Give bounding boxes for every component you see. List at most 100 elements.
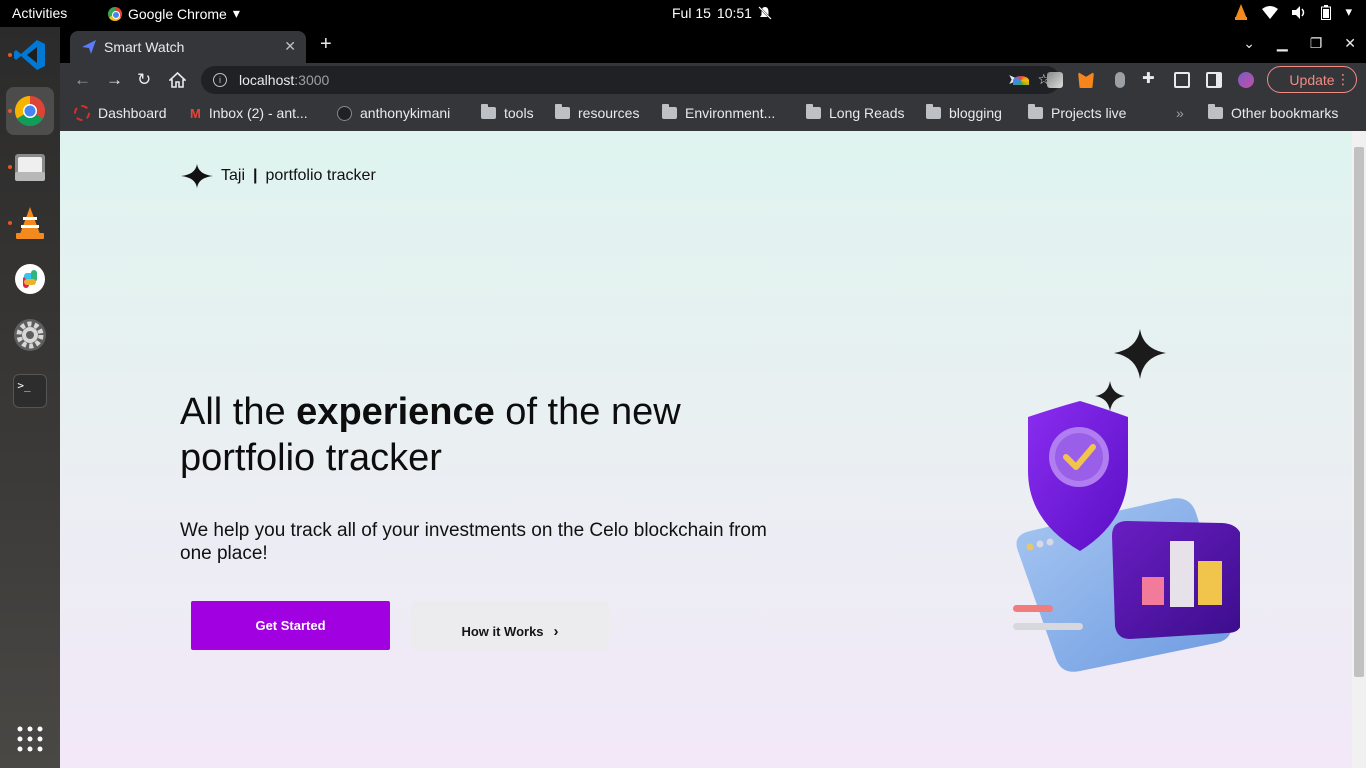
app-menu[interactable]: Google Chrome ▾ (108, 5, 240, 22)
large-sparkle-icon (1114, 329, 1166, 379)
app-grid-icon (17, 726, 43, 752)
dock-terminal[interactable]: >_ (6, 367, 54, 415)
tab-smart-watch[interactable]: Smart Watch ✕ (70, 31, 306, 63)
profile-avatar[interactable] (1238, 72, 1254, 88)
files-icon (15, 154, 45, 181)
page-viewport: Taji | portfolio tracker All the experie… (60, 131, 1352, 768)
bookmark-folder-projects-live[interactable]: Projects live (1028, 104, 1127, 121)
settings-icon (14, 319, 46, 351)
running-indicator (8, 221, 12, 225)
clock[interactable]: Ful 15 10:51 (672, 5, 772, 21)
running-indicator (8, 53, 12, 57)
reload-icon[interactable]: ↻ (137, 70, 151, 90)
chrome-window: Smart Watch ✕ + ⌄ ▁ ❐ ✕ ← → ↻ i localhos… (60, 27, 1366, 768)
browser-toolbar: ← → ↻ i localhost:3000 ➤ ☆ ✚ Update ⋮ (60, 63, 1366, 97)
small-sparkle-icon (1095, 381, 1125, 411)
extension-rainbow-icon[interactable] (1013, 76, 1029, 85)
folder-icon (806, 104, 821, 119)
folder-icon (555, 104, 570, 119)
dock-vlc[interactable] (6, 199, 54, 247)
bookmark-label: Projects live (1051, 105, 1127, 121)
vscode-icon (14, 40, 45, 70)
folder-icon (481, 104, 496, 119)
system-top-bar: Activities Google Chrome ▾ Ful 15 10:51 … (0, 0, 1366, 27)
hero-illustration (1013, 329, 1240, 672)
dashboard-icon (74, 105, 90, 121)
get-started-button[interactable]: Get Started (191, 601, 390, 650)
running-indicator (8, 109, 12, 113)
app-menu-label: Google Chrome (128, 5, 227, 22)
bookmark-label: Environment... (685, 105, 776, 121)
cast-icon[interactable] (1174, 72, 1190, 88)
site-info-icon[interactable]: i (213, 73, 227, 87)
how-it-works-button[interactable]: How it Works › (411, 601, 609, 650)
new-tab-button[interactable]: + (320, 33, 332, 56)
brand-logo[interactable]: Taji | portfolio tracker (181, 164, 376, 188)
chevron-down-icon: ▾ (232, 5, 240, 21)
system-tray[interactable]: ▾ (1234, 4, 1352, 20)
chrome-icon (14, 96, 46, 127)
url-port: :3000 (294, 72, 330, 88)
show-applications-button[interactable] (6, 715, 54, 763)
github-icon (337, 105, 352, 121)
bookmark-label: anthonykimani (360, 105, 451, 121)
tab-search-icon[interactable]: ⌄ (1243, 35, 1255, 52)
bookmark-label: blogging (949, 105, 1002, 121)
dock-slack[interactable] (6, 255, 54, 303)
extension-gray-icon[interactable] (1047, 72, 1063, 88)
close-tab-icon[interactable]: ✕ (284, 38, 296, 55)
update-button[interactable]: Update ⋮ (1267, 66, 1357, 93)
maximize-icon[interactable]: ❐ (1310, 35, 1323, 52)
extensions-puzzle-icon[interactable]: ✚ (1142, 69, 1158, 87)
bookmark-folder-long-reads[interactable]: Long Reads (806, 104, 905, 121)
other-bookmarks[interactable]: Other bookmarks (1208, 104, 1339, 121)
forward-arrow-icon[interactable]: → (106, 70, 123, 90)
bookmark-github[interactable]: anthonykimani (337, 105, 450, 121)
hero-subtitle: We help you track all of your investment… (180, 520, 767, 564)
bookmarks-bar: Dashboard M Inbox (2) - ant... anthonyki… (60, 97, 1366, 131)
tab-strip: Smart Watch ✕ + ⌄ ▁ ❐ ✕ (60, 27, 1366, 63)
sparkle-logo-icon (181, 164, 213, 188)
bookmark-folder-resources[interactable]: resources (555, 104, 640, 121)
activities-button[interactable]: Activities (12, 5, 67, 21)
red-line-graphic (1013, 605, 1053, 612)
side-panel-icon[interactable] (1206, 72, 1222, 88)
gray-line-graphic (1013, 623, 1083, 630)
bar-chart-box-graphic (1112, 521, 1240, 639)
bookmark-folder-environment[interactable]: Environment... (662, 104, 776, 121)
volume-icon (1292, 5, 1305, 19)
dock-chrome[interactable] (6, 87, 54, 135)
bookmark-label: tools (504, 105, 534, 121)
dock-vscode[interactable] (6, 31, 54, 79)
date-label: Ful 15 (672, 5, 711, 21)
address-bar[interactable]: i localhost:3000 ➤ ☆ (201, 66, 1060, 94)
folder-icon (1208, 104, 1223, 119)
battery-icon (1321, 4, 1332, 20)
extension-pill-icon[interactable] (1115, 72, 1125, 88)
vlc-tray-icon (1235, 4, 1248, 20)
running-indicator (8, 165, 12, 169)
metamask-icon[interactable] (1078, 72, 1094, 88)
page-scrollbar[interactable] (1352, 131, 1366, 768)
scrollbar-thumb[interactable] (1354, 147, 1364, 677)
back-arrow-icon[interactable]: ← (74, 70, 91, 90)
home-icon[interactable] (169, 72, 186, 88)
bookmarks-overflow-button[interactable]: » (1176, 105, 1184, 121)
chrome-icon (108, 6, 122, 21)
notifications-off-icon (758, 6, 772, 20)
bookmark-label: resources (578, 105, 640, 121)
bookmark-folder-tools[interactable]: tools (481, 104, 534, 121)
bookmark-dashboard[interactable]: Dashboard (74, 105, 167, 121)
time-label: 10:51 (716, 5, 752, 21)
minimize-icon[interactable]: ▁ (1277, 35, 1288, 52)
dock-settings[interactable] (6, 311, 54, 359)
ubuntu-dock: >_ (0, 27, 60, 768)
bookmark-gmail[interactable]: M Inbox (2) - ant... (190, 105, 308, 121)
system-menu-chevron-icon: ▾ (1345, 4, 1352, 19)
dock-files[interactable] (6, 143, 54, 191)
tab-title: Smart Watch (104, 39, 185, 55)
close-window-icon[interactable]: ✕ (1344, 35, 1356, 52)
bookmark-folder-blogging[interactable]: blogging (926, 104, 1002, 121)
bookmark-label: Other bookmarks (1231, 105, 1339, 121)
gmail-icon: M (190, 105, 201, 121)
